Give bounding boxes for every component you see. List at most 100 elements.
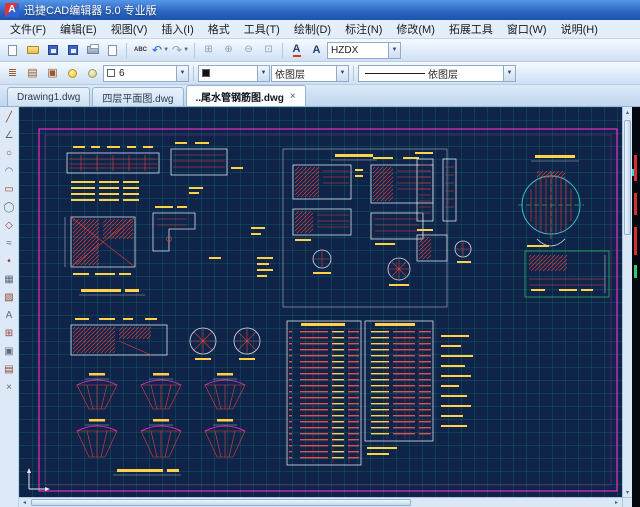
toolbar-separator <box>282 43 283 58</box>
zoom-in-button[interactable]: ⊕ <box>219 41 238 60</box>
tab-floor-plan[interactable]: 四层平面图.dwg <box>92 87 183 106</box>
menu-file[interactable]: 文件(F) <box>3 19 53 39</box>
vertical-scrollbar[interactable]: ▴ ▾ <box>622 107 632 497</box>
scroll-down-icon[interactable]: ▾ <box>623 487 632 497</box>
arc-tool-button[interactable]: ◠ <box>1 163 18 180</box>
save-as-button[interactable] <box>63 41 82 60</box>
menu-modify[interactable]: 修改(M) <box>389 19 442 39</box>
image-tool-button[interactable]: ▤ <box>1 361 18 378</box>
layer-color-swatch <box>107 69 115 77</box>
text-style-combo[interactable]: HZDX ▼ <box>327 42 401 59</box>
bulb-on-icon <box>68 69 77 78</box>
open-file-button[interactable] <box>23 41 42 60</box>
format-text-style-button[interactable]: A <box>307 41 326 60</box>
menu-help[interactable]: 说明(H) <box>554 19 605 39</box>
color-combo[interactable]: ▼ <box>198 65 270 82</box>
new-file-icon <box>8 45 17 56</box>
scroll-left-icon[interactable]: ◂ <box>19 498 30 507</box>
scroll-right-icon[interactable]: ▸ <box>611 498 622 507</box>
zoom-in-icon: ⊕ <box>224 45 232 55</box>
text-style-icon: A <box>313 45 321 56</box>
dropdown-arrow-icon[interactable]: ▼ <box>257 66 269 81</box>
draw-tool-column: ╱ ∠ ○ ◠ ▭ ◯ ◇ ≈ • ▦ ▨ A ⊞ ▣ ▤ × <box>0 107 19 507</box>
menu-window[interactable]: 窗口(W) <box>500 19 554 39</box>
line-tool-button[interactable]: ╱ <box>1 109 18 126</box>
main-area: ╱ ∠ ○ ◠ ▭ ◯ ◇ ≈ • ▦ ▨ A ⊞ ▣ ▤ × <box>0 107 640 507</box>
dropdown-arrow-icon[interactable]: ▼ <box>336 66 348 81</box>
layer-combo[interactable]: 6 ▼ <box>103 65 189 82</box>
point-tool-button[interactable]: • <box>1 253 18 270</box>
lineweight-combo[interactable]: 依图层 ▼ <box>358 65 516 82</box>
polyline-tool-button[interactable]: ∠ <box>1 127 18 144</box>
save-button[interactable] <box>43 41 62 60</box>
ellipse-tool-button[interactable]: ◯ <box>1 199 18 216</box>
hatch-tool-button[interactable]: ▦ <box>1 271 18 288</box>
rectangle-tool-button[interactable]: ▭ <box>1 181 18 198</box>
undo-icon: ↶ <box>152 44 162 56</box>
table-tool-button[interactable]: ⊞ <box>1 325 18 342</box>
canvas-container: ◂ ▸ <box>19 107 622 507</box>
zoom-extents-button[interactable]: ⊡ <box>259 41 278 60</box>
dropdown-arrow-icon[interactable]: ▼ <box>503 66 515 81</box>
spline-tool-button[interactable]: ≈ <box>1 235 18 252</box>
drawing-canvas[interactable] <box>19 107 622 497</box>
zoom-out-button[interactable]: ⊖ <box>239 41 258 60</box>
menu-draw[interactable]: 绘制(D) <box>287 19 338 39</box>
tab-label: Drawing1.dwg <box>17 92 80 103</box>
tab-drawing1[interactable]: Drawing1.dwg <box>7 87 90 106</box>
layer-value: 6 <box>119 68 125 79</box>
block-tool-button[interactable]: ▣ <box>1 343 18 360</box>
bulb-off-icon <box>88 69 97 78</box>
layer-on-button[interactable] <box>63 64 82 83</box>
dropdown-arrow-icon[interactable]: ▼ <box>388 43 400 58</box>
pan-button[interactable]: ⊞ <box>199 41 218 60</box>
layer-previous-icon: ▣ <box>47 68 57 79</box>
layer-freeze-button[interactable] <box>83 64 102 83</box>
linetype-combo[interactable]: 依图层 ▼ <box>271 65 349 82</box>
pan-icon: ⊞ <box>204 45 212 55</box>
color-swatch <box>202 69 210 77</box>
menu-view[interactable]: 视图(V) <box>104 19 155 39</box>
menu-edit[interactable]: 编辑(E) <box>53 19 104 39</box>
tab-label: ..尾水管钢筋图.dwg <box>196 89 284 104</box>
menu-dimension[interactable]: 标注(N) <box>338 19 389 39</box>
zoom-extents-icon: ⊡ <box>264 45 272 55</box>
layer-previous-button[interactable]: ▣ <box>43 64 62 83</box>
window-title: 迅捷CAD编辑器 5.0 专业版 <box>24 2 157 18</box>
horizontal-scroll-thumb[interactable] <box>31 499 411 506</box>
layer-states-icon: ▤ <box>27 68 37 79</box>
right-edge-strip <box>632 107 640 507</box>
vertical-scroll-thumb[interactable] <box>624 120 631 235</box>
save-icon <box>48 45 58 55</box>
document-tab-bar: Drawing1.dwg 四层平面图.dwg ..尾水管钢筋图.dwg × <box>0 85 640 107</box>
circle-tool-button[interactable]: ○ <box>1 145 18 162</box>
horizontal-scrollbar[interactable]: ◂ ▸ <box>19 497 622 507</box>
menu-format[interactable]: 格式 <box>201 19 237 39</box>
print-preview-button[interactable] <box>103 41 122 60</box>
undo-button[interactable]: ↶ ▼ <box>151 41 170 60</box>
menu-bar: 文件(F) 编辑(E) 视图(V) 插入(I) 格式 工具(T) 绘制(D) 标… <box>0 20 640 39</box>
erase-tool-button[interactable]: × <box>1 379 18 396</box>
menu-express[interactable]: 拓展工具 <box>442 19 500 39</box>
redo-button[interactable]: ↷ ▼ <box>171 41 190 60</box>
menu-insert[interactable]: 插入(I) <box>154 19 200 39</box>
tab-close-icon[interactable]: × <box>290 91 296 102</box>
save-as-icon <box>68 45 78 55</box>
format-text-button[interactable]: A <box>287 41 306 60</box>
spell-check-button[interactable]: ABC <box>131 41 150 60</box>
layer-properties-button[interactable]: ≣ <box>3 64 22 83</box>
gradient-tool-button[interactable]: ▨ <box>1 289 18 306</box>
layer-states-button[interactable]: ▤ <box>23 64 42 83</box>
polygon-tool-button[interactable]: ◇ <box>1 217 18 234</box>
dropdown-arrow-icon[interactable]: ▼ <box>176 66 188 81</box>
new-file-button[interactable] <box>3 41 22 60</box>
title-bar[interactable]: A 迅捷CAD编辑器 5.0 专业版 <box>0 0 640 20</box>
layers-icon: ≣ <box>8 68 17 79</box>
tab-draft-tube-rebar[interactable]: ..尾水管钢筋图.dwg × <box>186 85 306 106</box>
lineweight-preview-icon <box>365 73 425 74</box>
scroll-up-icon[interactable]: ▴ <box>623 107 632 117</box>
text-tool-button[interactable]: A <box>1 307 18 324</box>
undo-dropdown-icon: ▼ <box>163 47 169 53</box>
print-button[interactable] <box>83 41 102 60</box>
menu-tools[interactable]: 工具(T) <box>237 19 287 39</box>
